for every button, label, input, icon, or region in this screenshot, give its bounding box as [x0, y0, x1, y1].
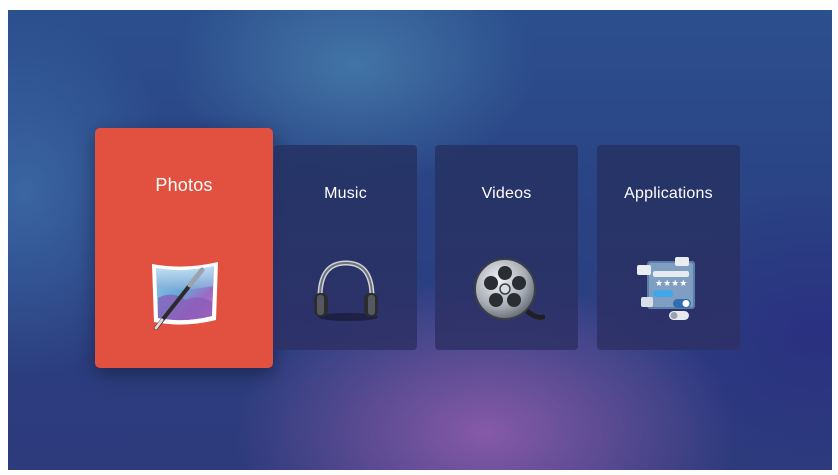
- tile-applications-label: Applications: [624, 185, 713, 202]
- photo-edit-icon: [142, 250, 226, 334]
- tile-music-label: Music: [324, 185, 367, 202]
- headphones-icon: [308, 253, 384, 329]
- tile-videos-label: Videos: [481, 185, 532, 202]
- tile-music[interactable]: Music: [274, 145, 417, 350]
- apps-panel-icon: ★★★★: [631, 253, 707, 329]
- film-reel-icon: [469, 253, 545, 329]
- svg-text:★★★★: ★★★★: [655, 279, 687, 289]
- tile-videos[interactable]: Videos: [435, 145, 578, 350]
- tile-photos-label: Photos: [155, 175, 213, 195]
- tile-photos[interactable]: Photos: [95, 128, 273, 368]
- home-screen: Photos Music Videos Applications ★★★★: [8, 10, 832, 470]
- tile-applications[interactable]: Applications ★★★★: [597, 145, 740, 350]
